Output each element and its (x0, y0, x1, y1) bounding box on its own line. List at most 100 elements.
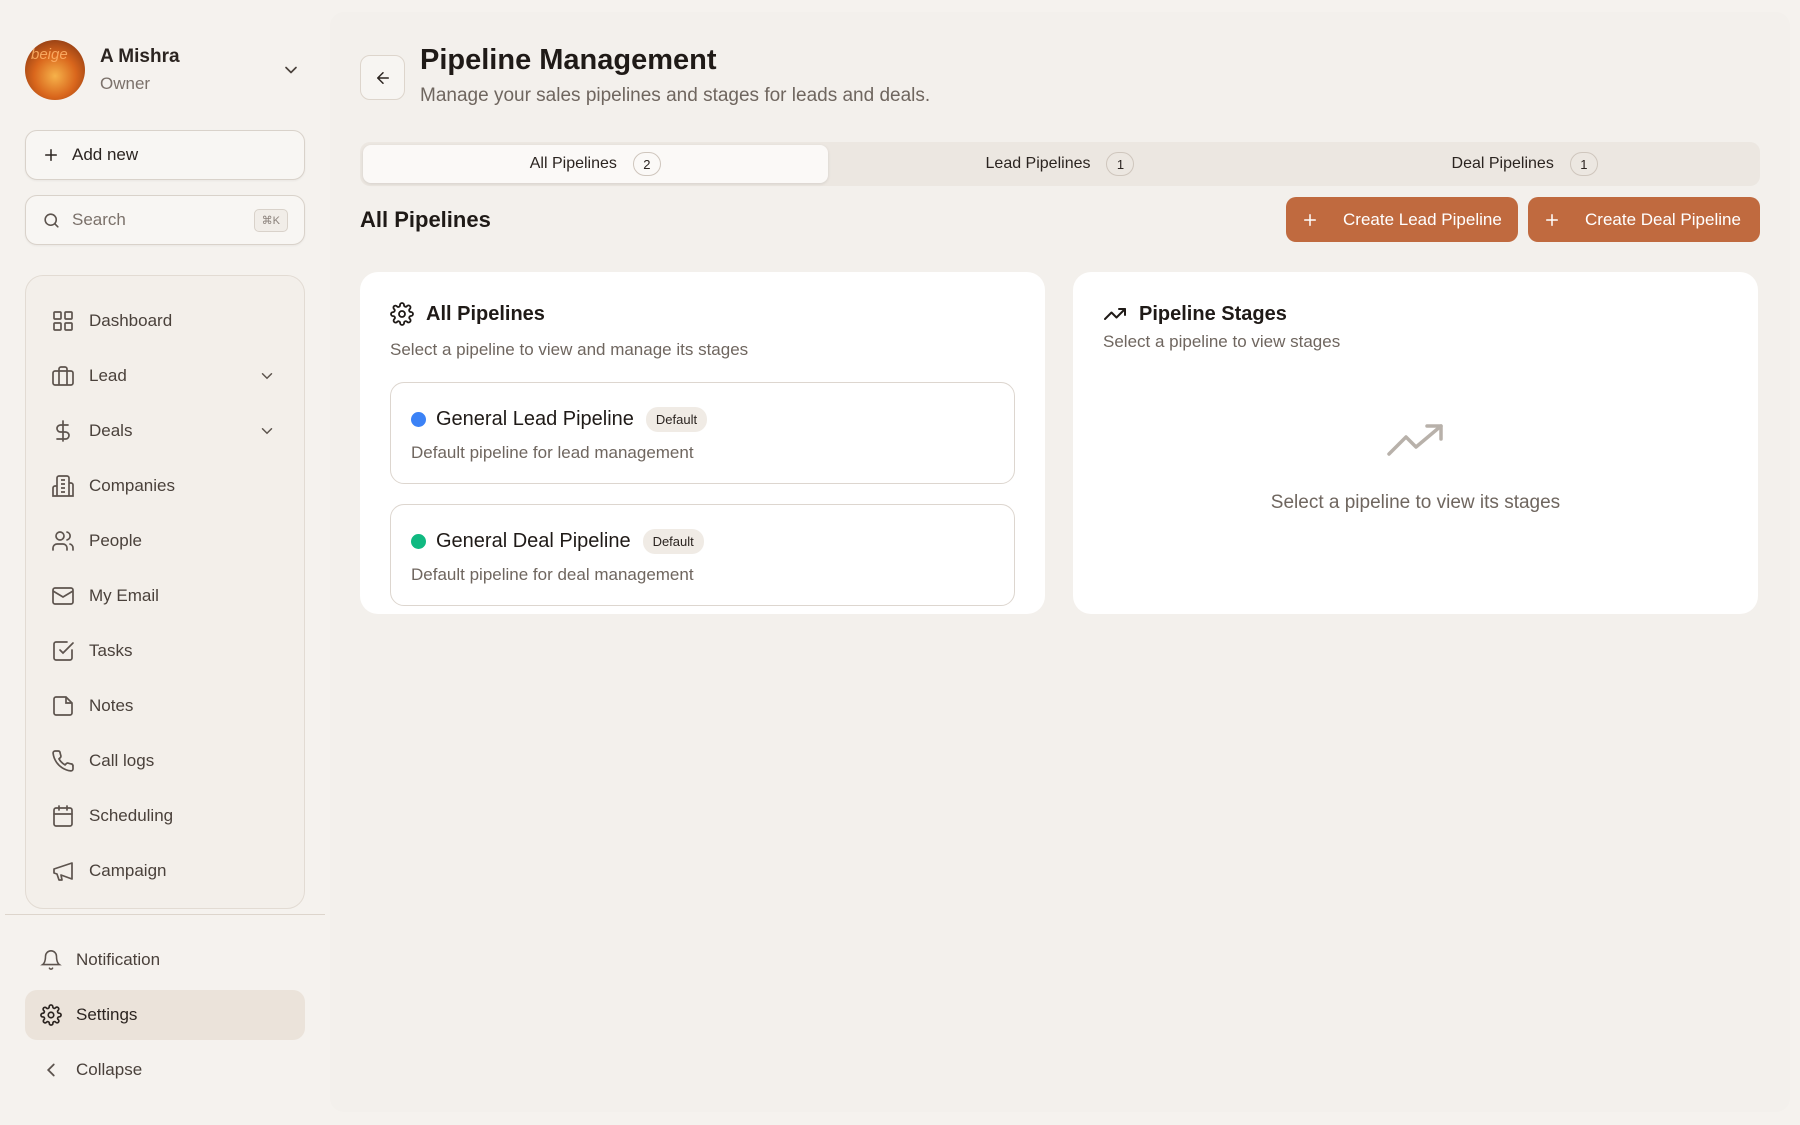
card-title: Pipeline Stages (1139, 302, 1287, 325)
plus-icon (1546, 213, 1558, 226)
tab-label: Lead Pipelines (985, 155, 1091, 172)
sidebar-item-people[interactable]: People (26, 516, 304, 566)
sidebar-item-scheduling[interactable]: Scheduling (26, 791, 304, 841)
sidebar-item-label: Lead (89, 366, 127, 385)
pipeline-name: General Lead Pipeline (436, 408, 634, 430)
search-icon (44, 212, 59, 228)
sidebar-item-label: Scheduling (89, 806, 174, 825)
sidebar-item-call-logs[interactable]: Call logs (26, 736, 304, 786)
note-icon (53, 696, 73, 716)
create-deal-label: Create Deal Pipeline (1585, 209, 1741, 229)
sidebar-item-label: Companies (89, 476, 175, 495)
dollar-icon (56, 420, 70, 442)
pipeline-item-general-deal[interactable]: General Deal Pipeline Default Default pi… (390, 504, 1015, 606)
plus-icon (45, 149, 57, 161)
create-lead-pipeline-button[interactable]: Create Lead Pipeline (1286, 197, 1518, 242)
default-badge: Default (645, 407, 708, 432)
status-dot (411, 412, 426, 427)
add-new-button[interactable]: Add new (25, 130, 305, 180)
trending-up-icon (1387, 424, 1443, 456)
page-subtitle: Manage your sales pipelines and stages f… (420, 85, 931, 106)
section-title: All Pipelines (360, 207, 491, 232)
pipeline-item-general-lead[interactable]: General Lead Pipeline Default Default pi… (390, 382, 1015, 484)
add-new-label: Add new (72, 145, 139, 164)
settings-label: Settings (76, 1005, 138, 1024)
chevron-down-icon[interactable] (258, 367, 276, 385)
sidebar-item-label: Call logs (89, 751, 155, 770)
tab-label: All Pipelines (529, 155, 617, 172)
sidebar-item-label: People (89, 531, 142, 550)
chevron-left-icon (46, 1063, 55, 1077)
profile-switcher[interactable]: beige A Mishra Owner (25, 40, 305, 100)
checkbox-icon (53, 641, 74, 661)
gear-icon (390, 302, 414, 326)
page-title: Pipeline Management (420, 44, 717, 76)
plus-icon (1304, 213, 1316, 226)
sidebar-item-label: Deals (89, 421, 133, 440)
sidebar-item-tasks[interactable]: Tasks (26, 626, 304, 676)
pipeline-description: Default pipeline for lead management (411, 443, 694, 462)
avatar: beige (25, 40, 85, 100)
tab-count-badge: 1 (1106, 152, 1135, 176)
tab-count-badge: 1 (1569, 152, 1598, 176)
sidebar-divider (5, 914, 325, 915)
tab-all-pipelines[interactable]: All Pipelines 2 (363, 145, 828, 183)
sidebar-item-label: Notes (89, 696, 134, 715)
collapse-button[interactable]: Collapse (25, 1045, 305, 1095)
sidebar-item-dashboard[interactable]: Dashboard (26, 296, 304, 346)
gear-icon (40, 1004, 62, 1026)
sidebar-item-label: Dashboard (89, 311, 173, 330)
sidebar-item-my-email[interactable]: My Email (26, 571, 304, 621)
briefcase-icon (52, 366, 74, 386)
card-subtitle: Select a pipeline to view stages (1103, 332, 1341, 351)
chevron-down-icon[interactable] (258, 422, 276, 440)
sidebar-item-label: Tasks (89, 641, 133, 660)
mail-icon (52, 587, 74, 605)
notification-label: Notification (76, 950, 161, 969)
pipeline-tabs: All Pipelines 2 Lead Pipelines 1 Deal Pi… (360, 142, 1760, 186)
sidebar-item-label: My Email (89, 586, 159, 605)
sidebar-item-companies[interactable]: Companies (26, 461, 304, 511)
tab-lead-pipelines[interactable]: Lead Pipelines 1 (828, 145, 1293, 183)
notification-button[interactable]: Notification (25, 935, 305, 985)
profile-name: A Mishra (100, 46, 180, 67)
create-lead-label: Create Lead Pipeline (1343, 209, 1502, 229)
bell-icon (40, 950, 62, 970)
sidebar-item-deals[interactable]: Deals (26, 406, 304, 456)
sidebar-nav: Dashboard Lead Deals Companies People My… (25, 275, 305, 909)
back-button[interactable] (360, 55, 405, 100)
profile-role: Owner (100, 74, 151, 93)
calendar-icon (53, 805, 73, 827)
building-icon (52, 475, 74, 497)
card-subtitle: Select a pipeline to view and manage its… (390, 340, 749, 359)
sidebar-item-campaign[interactable]: Campaign (26, 846, 304, 896)
card-title: All Pipelines (426, 302, 545, 325)
all-pipelines-card: All Pipelines Select a pipeline to view … (360, 272, 1045, 614)
arrow-left-icon (376, 71, 389, 84)
create-deal-pipeline-button[interactable]: Create Deal Pipeline (1528, 197, 1760, 242)
tab-deal-pipelines[interactable]: Deal Pipelines 1 (1292, 145, 1757, 183)
pipeline-description: Default pipeline for deal management (411, 565, 694, 584)
chevron-down-icon[interactable] (281, 60, 301, 80)
collapse-label: Collapse (76, 1060, 143, 1079)
phone-icon (52, 750, 74, 772)
sidebar-item-label: Campaign (89, 861, 167, 880)
pipeline-name: General Deal Pipeline (436, 530, 631, 552)
tab-count-badge: 2 (632, 152, 661, 176)
empty-state-text: Select a pipeline to view its stages (1270, 492, 1561, 513)
main-content: Pipeline Management Manage your sales pi… (330, 12, 1790, 1112)
avatar-logo-text: beige (31, 46, 68, 63)
settings-button[interactable]: Settings (25, 990, 305, 1040)
tab-label: Deal Pipelines (1451, 155, 1554, 172)
status-dot (411, 534, 426, 549)
sidebar: beige A Mishra Owner Add new Search ⌘K D… (0, 0, 330, 1125)
sidebar-item-notes[interactable]: Notes (26, 681, 304, 731)
sidebar-item-lead[interactable]: Lead (26, 351, 304, 401)
search-shortcut: ⌘K (253, 208, 288, 232)
trending-up-icon (1104, 308, 1126, 320)
pipeline-stages-card: Pipeline Stages Select a pipeline to vie… (1073, 272, 1758, 614)
megaphone-icon (53, 862, 73, 881)
people-icon (52, 531, 74, 551)
dashboard-icon (53, 311, 73, 331)
search-input[interactable]: Search ⌘K (25, 195, 305, 245)
